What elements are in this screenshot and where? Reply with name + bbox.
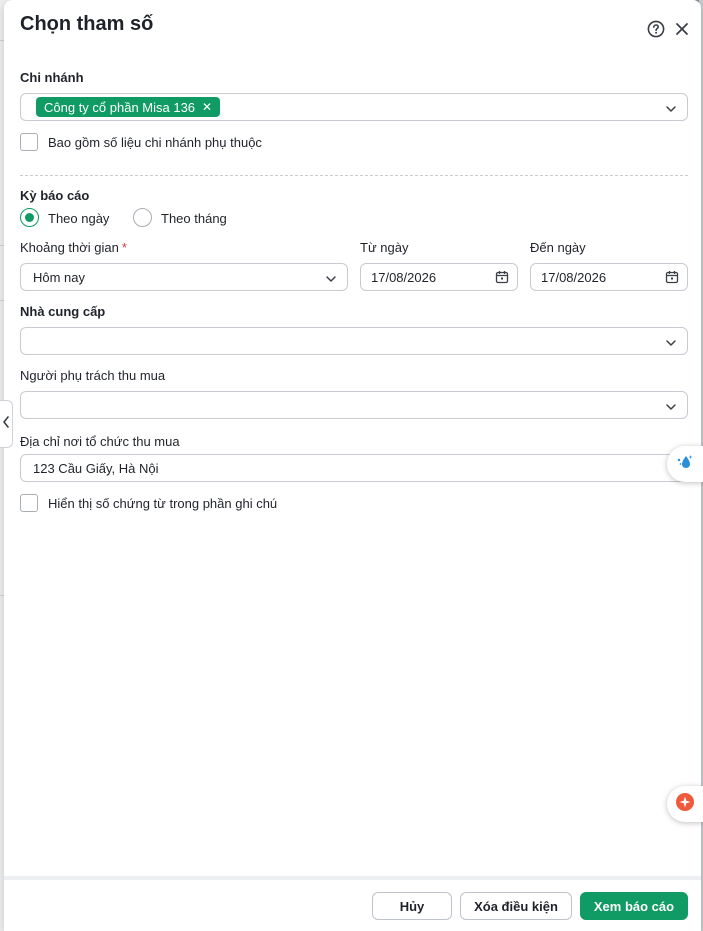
purchaser-label: Người phụ trách thu mua (20, 368, 166, 383)
branch-label: Chi nhánh (20, 70, 84, 85)
calendar-icon[interactable] (665, 270, 679, 289)
from-date-label: Từ ngày (360, 240, 409, 255)
chevron-down-icon (665, 400, 677, 418)
required-mark: * (121, 240, 127, 255)
close-icon[interactable] (671, 18, 693, 40)
from-date-input[interactable]: 17/08/2026 (360, 263, 518, 291)
branch-tag-label: Công ty cổ phần Misa 136 (44, 99, 196, 115)
supplier-label: Nhà cung cấp (20, 304, 106, 319)
radio-by-day[interactable] (20, 208, 39, 227)
period-label: Kỳ báo cáo (20, 188, 90, 203)
cancel-button[interactable]: Hủy (372, 892, 452, 920)
chevron-left-icon (2, 415, 10, 433)
show-voucher-checkbox[interactable] (20, 494, 38, 512)
view-report-button[interactable]: Xem báo cáo (580, 892, 688, 920)
include-dependent-checkbox[interactable] (20, 133, 38, 151)
smart-fill-button[interactable] (667, 446, 703, 482)
calendar-icon[interactable] (495, 270, 509, 289)
dialog-title: Chọn tham số (20, 13, 154, 35)
time-range-label-text: Khoảng thời gian (20, 240, 119, 255)
show-voucher-label: Hiển thị số chứng từ trong phần ghi chú (48, 496, 278, 511)
radio-by-day-label: Theo ngày (48, 211, 110, 226)
address-label: Địa chỉ nơi tổ chức thu mua (20, 434, 180, 449)
to-date-value: 17/08/2026 (541, 269, 607, 285)
time-range-value: Hôm nay (33, 269, 86, 285)
chevron-down-icon (325, 272, 337, 290)
from-date-value: 17/08/2026 (371, 269, 437, 285)
radio-by-month-label: Theo tháng (161, 211, 227, 226)
include-dependent-label: Bao gồm số liệu chi nhánh phụ thuộc (48, 135, 262, 150)
to-date-input[interactable]: 17/08/2026 (530, 263, 688, 291)
section-divider (20, 175, 688, 176)
collapse-panel-button[interactable] (0, 400, 13, 448)
address-input[interactable]: 123 Cầu Giấy, Hà Nội (20, 454, 688, 482)
chevron-down-icon (665, 336, 677, 354)
to-date-label: Đến ngày (530, 240, 586, 255)
address-value: 123 Cầu Giấy, Hà Nội (33, 460, 159, 476)
branch-select[interactable]: Công ty cổ phần Misa 136 ✕ (20, 93, 688, 121)
clear-conditions-button[interactable]: Xóa điều kiện (460, 892, 572, 920)
purchaser-select[interactable] (20, 391, 688, 419)
remove-tag-icon[interactable]: ✕ (202, 100, 212, 114)
ai-assist-button[interactable] (667, 786, 703, 822)
supplier-select[interactable] (20, 327, 688, 355)
radio-by-month[interactable] (133, 208, 152, 227)
sparkle-drop-icon (675, 452, 695, 477)
ai-assist-icon (675, 792, 695, 817)
chevron-down-icon (665, 102, 677, 120)
time-range-select[interactable]: Hôm nay (20, 263, 348, 291)
parameter-dialog: Chọn tham số Chi nhánh Công ty cổ phần M… (4, 0, 701, 931)
footer-divider (4, 876, 701, 880)
help-icon[interactable] (645, 18, 667, 40)
time-range-label: Khoảng thời gian * (20, 240, 127, 255)
branch-tag: Công ty cổ phần Misa 136 ✕ (36, 97, 221, 117)
